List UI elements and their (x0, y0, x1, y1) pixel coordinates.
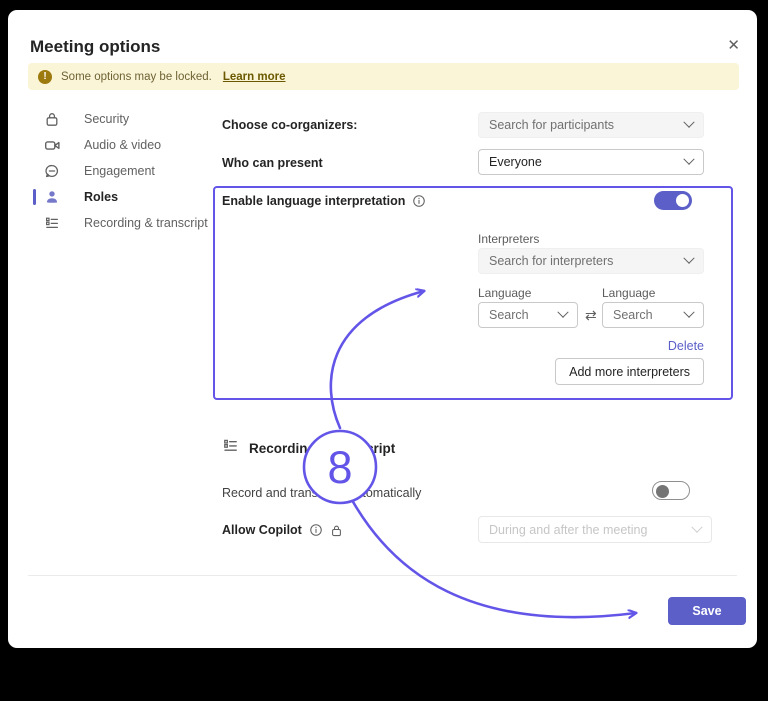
language-interpretation-toggle[interactable] (654, 191, 692, 210)
selected-indicator (33, 189, 36, 205)
allow-copilot-label: Allow Copilot (222, 523, 343, 537)
footer-divider (28, 575, 737, 576)
interpreters-dropdown[interactable]: Search for interpreters (478, 248, 704, 274)
record-transcribe-toggle[interactable] (652, 481, 690, 500)
save-button[interactable]: Save (668, 597, 746, 625)
add-more-interpreters-button[interactable]: Add more interpreters (555, 358, 704, 385)
copilot-dropdown: During and after the meeting (478, 516, 712, 543)
sidebar-item-label: Roles (84, 190, 118, 204)
sidebar-item-security[interactable]: Security (28, 106, 218, 132)
language-interpretation-label: Enable language interpretation (222, 194, 426, 208)
info-icon[interactable] (309, 523, 323, 537)
chevron-down-icon (683, 154, 694, 165)
language-dropdown-right[interactable]: Search (602, 302, 704, 328)
chat-bubble-icon (42, 161, 62, 181)
camera-icon (42, 135, 62, 155)
page-title: Meeting options (30, 37, 160, 57)
sidebar-item-audio-video[interactable]: Audio & video (28, 132, 218, 158)
swap-languages-icon: ⇄ (585, 307, 597, 324)
lock-icon (330, 524, 343, 537)
who-can-present-dropdown[interactable]: Everyone (478, 149, 704, 175)
screenshot-stage: Meeting options ✕ ! Some options may be … (0, 0, 768, 701)
sidebar-item-label: Engagement (84, 164, 155, 178)
learn-more-link[interactable]: Learn more (223, 71, 286, 83)
chevron-down-icon (557, 307, 568, 318)
warning-banner: ! Some options may be locked. Learn more (28, 63, 739, 90)
meeting-options-dialog: Meeting options ✕ ! Some options may be … (8, 10, 757, 648)
lock-icon (42, 109, 62, 129)
sidebar-item-recording-transcript[interactable]: Recording & transcript (28, 210, 218, 236)
list-icon (222, 437, 239, 459)
interpreters-label: Interpreters (478, 232, 539, 246)
warning-icon: ! (38, 70, 52, 84)
chevron-down-icon (691, 521, 702, 532)
list-icon (42, 213, 62, 233)
sidebar-item-label: Security (84, 112, 129, 126)
close-icon[interactable]: ✕ (727, 37, 740, 55)
info-icon[interactable] (412, 194, 426, 208)
language-label-right: Language (602, 286, 655, 300)
language-label-left: Language (478, 286, 531, 300)
sidebar-item-label: Audio & video (84, 138, 161, 152)
sidebar: Security Audio & video (28, 106, 218, 236)
banner-text: Some options may be locked. (61, 71, 212, 83)
chevron-down-icon (683, 253, 694, 264)
chevron-down-icon (683, 307, 694, 318)
sidebar-item-roles[interactable]: Roles (28, 184, 218, 210)
recording-section-title: Recording & transcript (249, 441, 395, 456)
language-dropdown-left[interactable]: Search (478, 302, 578, 328)
who-can-present-label: Who can present (222, 156, 323, 170)
chevron-down-icon (683, 117, 694, 128)
co-organizers-label: Choose co-organizers: (222, 118, 357, 132)
sidebar-item-label: Recording & transcript (84, 216, 208, 230)
co-organizers-dropdown[interactable]: Search for participants (478, 112, 704, 138)
recording-section-header: Recording & transcript (222, 437, 395, 459)
person-icon (42, 187, 62, 207)
delete-link[interactable]: Delete (478, 339, 704, 353)
record-transcribe-label: Record and transcribe automatically (222, 486, 421, 500)
sidebar-item-engagement[interactable]: Engagement (28, 158, 218, 184)
